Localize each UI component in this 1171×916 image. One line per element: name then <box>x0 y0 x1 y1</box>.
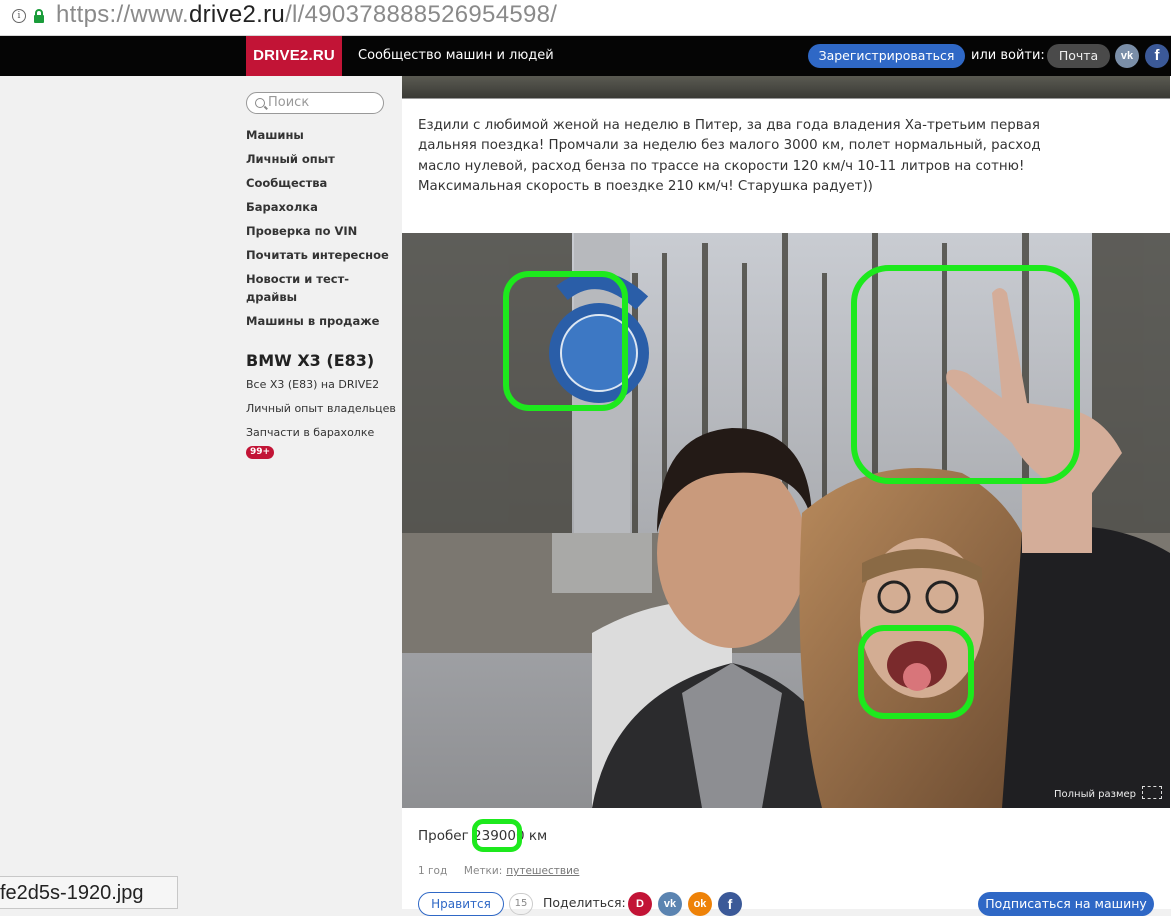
post-age: 1 год <box>418 865 448 877</box>
post-text: Ездили с любимой женой на неделю в Питер… <box>418 118 1041 194</box>
facebook-share-icon[interactable]: f <box>718 892 742 916</box>
drive2-share-icon[interactable]: D <box>628 892 652 916</box>
site-tagline: Сообщество машин и людей <box>358 48 554 63</box>
address-bar[interactable]: i https://www.drive2.ru/l/49037888852695… <box>0 0 1171 36</box>
vk-share-icon[interactable]: vk <box>658 892 682 916</box>
sidebar-item-news[interactable]: Новости и тест-драйвы <box>246 270 396 306</box>
fullsize-link[interactable]: Полный размер <box>1054 786 1162 800</box>
previous-photo-strip <box>402 76 1170 99</box>
sidebar-nav: Машины Личный опыт Сообщества Барахолка … <box>246 126 396 336</box>
site-logo[interactable]: DRIVE2.RU <box>246 36 342 76</box>
share-label: Поделиться: <box>543 895 626 910</box>
car-link-all[interactable]: Все X3 (E83) на DRIVE2 <box>246 376 396 394</box>
search-placeholder: Поиск <box>268 95 310 110</box>
sidebar-item-market[interactable]: Барахолка <box>246 198 396 216</box>
info-icon[interactable]: i <box>12 9 26 23</box>
download-filename[interactable]: fe2d5s-1920.jpg <box>0 876 178 909</box>
lock-icon <box>34 9 44 23</box>
fullsize-label: Полный размер <box>1054 789 1136 800</box>
highlight-box-hand <box>851 265 1080 484</box>
car-link-parts-label: Запчасти в барахолке <box>246 426 375 439</box>
parts-count-badge: 99+ <box>246 446 275 459</box>
highlight-box-mileage <box>472 819 522 852</box>
highlight-box-mouth <box>858 625 974 719</box>
fullscreen-icon <box>1142 786 1162 799</box>
tag-link[interactable]: путешествие <box>506 865 579 877</box>
sidebar-item-cars[interactable]: Машины <box>246 126 396 144</box>
search-input[interactable]: Поиск <box>246 92 384 114</box>
sidebar-item-experience[interactable]: Личный опыт <box>246 150 396 168</box>
register-button[interactable]: Зарегистрироваться <box>808 44 965 68</box>
vk-icon[interactable]: vk <box>1115 44 1139 68</box>
car-model-title[interactable]: BMW X3 (E83) <box>246 351 374 370</box>
car-link-parts[interactable]: Запчасти в барахолке 99+ <box>246 424 396 460</box>
like-count: 15 <box>509 893 533 915</box>
post-meta: 1 год Метки: путешествие <box>418 865 579 877</box>
car-links: Все X3 (E83) на DRIVE2 Личный опыт владе… <box>246 376 396 466</box>
mileage-label: Пробег <box>418 828 469 844</box>
sidebar-item-communities[interactable]: Сообщества <box>246 174 396 192</box>
sidebar-item-for-sale[interactable]: Машины в продаже <box>246 312 396 330</box>
car-link-owners[interactable]: Личный опыт владельцев <box>246 400 396 418</box>
mail-login-button[interactable]: Почта <box>1047 44 1110 68</box>
post-content: Ездили с любимой женой на неделю в Питер… <box>402 76 1171 916</box>
sidebar-item-vin-check[interactable]: Проверка по VIN <box>246 222 396 240</box>
subscribe-button[interactable]: Подписаться на машину <box>978 892 1154 916</box>
url-text: https://www.drive2.ru/l/4903788885269545… <box>56 1 558 28</box>
odnoklassniki-share-icon[interactable]: ok <box>688 892 712 916</box>
search-icon <box>255 98 265 108</box>
tags-label: Метки: <box>463 865 503 877</box>
sidebar-item-interesting[interactable]: Почитать интересное <box>246 246 396 264</box>
like-button[interactable]: Нравится <box>418 892 504 916</box>
or-login-label: или войти: <box>971 48 1045 63</box>
facebook-icon[interactable]: f <box>1145 44 1169 68</box>
highlight-box-monument <box>503 271 628 411</box>
